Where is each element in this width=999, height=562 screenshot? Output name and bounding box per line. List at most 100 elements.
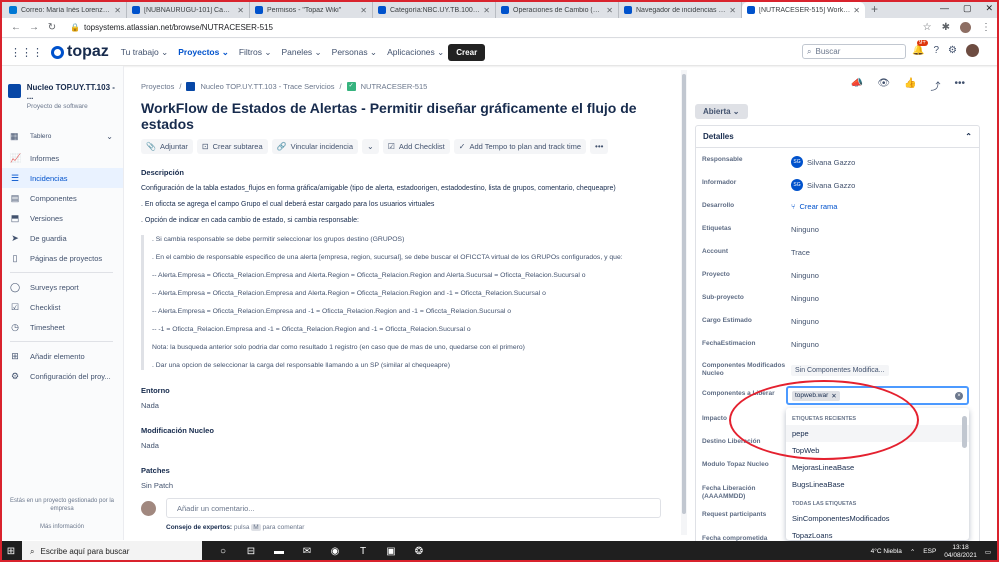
windows-start-icon[interactable]: ⊞ xyxy=(0,546,22,557)
details-value[interactable]: Ninguno xyxy=(791,340,819,349)
tab-close-icon[interactable]: ✕ xyxy=(853,6,860,15)
topnav-item[interactable]: Filtros ⌄ xyxy=(239,47,272,58)
details-value[interactable]: SG Silvana Gazzo xyxy=(791,156,855,168)
bookmark-star-icon[interactable]: ☆ xyxy=(923,22,932,33)
forward-icon[interactable]: → xyxy=(26,22,42,33)
search-input[interactable]: ⌕ Buscar xyxy=(802,44,906,59)
project-header[interactable]: Nucleo TOP.UY.TT.103 - ... Proyecto de s… xyxy=(0,66,123,110)
issue-title[interactable]: WorkFlow de Estados de Alertas - Permiti… xyxy=(141,100,661,132)
action-button[interactable]: ⊡ Crear subtarea xyxy=(196,139,268,154)
details-value[interactable]: Ninguno xyxy=(791,317,819,326)
tab-close-icon[interactable]: ✕ xyxy=(114,6,121,15)
tab-close-icon[interactable]: ✕ xyxy=(729,6,736,15)
remove-tag-icon[interactable]: ✕ xyxy=(831,392,836,400)
details-value[interactable]: Trace xyxy=(791,248,810,257)
sidebar-item[interactable]: ◷ Timesheet xyxy=(0,317,123,337)
entorno-value[interactable]: Nada xyxy=(141,401,661,410)
browser-profile-avatar[interactable] xyxy=(960,22,971,33)
url-field[interactable]: topsystems.atlassian.net/browse/NUTRACES… xyxy=(84,23,923,32)
comment-input[interactable]: Añadir un comentario... xyxy=(166,498,661,518)
help-icon[interactable]: ? xyxy=(933,45,939,56)
extensions-icon[interactable]: ✱ xyxy=(942,22,950,33)
details-value[interactable]: Sin Componentes Modifica... xyxy=(791,362,889,378)
sidebar-item[interactable]: ⊞ Añadir elemento xyxy=(0,346,123,366)
sidebar-item[interactable]: ⚙ Configuración del proy... xyxy=(0,366,123,386)
more-info-link[interactable]: Más información xyxy=(6,523,118,531)
back-icon[interactable]: ← xyxy=(8,22,24,33)
browser-tab[interactable]: Navegador de incidencias - JIRA✕ xyxy=(619,2,742,18)
chrome-icon[interactable]: ◉ xyxy=(328,546,342,557)
app2-icon[interactable]: ❂ xyxy=(412,546,426,557)
dropdown-option[interactable]: SinComponentesModificados xyxy=(786,510,969,527)
lang-indicator[interactable]: ESP xyxy=(923,548,936,555)
modificacion-nucleo-value[interactable]: Nada xyxy=(141,441,661,450)
browser-tab[interactable]: Operaciones de Cambio (GRL C✕ xyxy=(496,2,619,18)
thumbs-up-icon[interactable]: 👍 xyxy=(904,78,916,93)
details-value[interactable]: Ninguno xyxy=(791,271,819,280)
user-avatar[interactable] xyxy=(965,44,979,57)
action-button[interactable]: ☑ Add Checklist xyxy=(382,139,450,154)
tab-close-icon[interactable]: ✕ xyxy=(237,6,244,15)
settings-gear-icon[interactable]: ⚙ xyxy=(948,45,957,56)
topnav-item[interactable]: Personas ⌄ xyxy=(332,47,377,58)
file-explorer-icon[interactable]: ▬ xyxy=(272,546,286,557)
breadcrumb-issue-key[interactable]: NUTRACESER-515 xyxy=(361,82,428,91)
description-body[interactable]: Configuración de la tabla estados_flujos… xyxy=(141,184,661,225)
reload-icon[interactable]: ↻ xyxy=(44,22,60,33)
sidebar-item[interactable]: 📈 Informes xyxy=(0,148,123,168)
dropdown-option[interactable]: TopazLoans xyxy=(786,527,969,540)
sidebar-item[interactable]: ☰ Incidencias xyxy=(0,168,123,188)
details-header[interactable]: Detalles ⌃ xyxy=(696,126,979,148)
dropdown-option[interactable]: TopWeb xyxy=(786,442,969,459)
watch-eye-icon[interactable]: 👁 xyxy=(877,78,890,93)
label-tag[interactable]: topweb.war ✕ xyxy=(792,390,840,401)
details-value[interactable]: Ninguno xyxy=(791,225,819,234)
notifications-icon[interactable]: 🔔 9+ xyxy=(912,40,928,56)
notifications-center-icon[interactable]: ▭ xyxy=(985,548,991,556)
close-window-icon[interactable]: ✕ xyxy=(985,3,993,14)
main-scrollbar[interactable] xyxy=(681,70,687,535)
tab-close-icon[interactable]: ✕ xyxy=(483,6,490,15)
browser-tab[interactable]: [NUTRACESER-515] WorkFlow d✕ xyxy=(742,2,865,18)
tray-up-icon[interactable]: ⌃ xyxy=(910,548,915,556)
breadcrumb-project[interactable]: Nucleo TOP.UY.TT.103 - Trace Servicios xyxy=(200,82,334,91)
share-icon[interactable]: ⤴ xyxy=(930,78,940,93)
topaz-logo[interactable]: topaz xyxy=(51,43,109,61)
widgets-icon[interactable]: ⊟ xyxy=(244,546,258,557)
tab-close-icon[interactable]: ✕ xyxy=(606,6,613,15)
sidebar-item-board[interactable]: ▦ Tablero ⌄ xyxy=(0,124,123,148)
browser-menu-icon[interactable]: ⋮ xyxy=(981,22,991,33)
action-button[interactable]: ⌄ xyxy=(362,139,379,154)
tab-close-icon[interactable]: ✕ xyxy=(360,6,367,15)
sidebar-item[interactable]: ➤ De guardia xyxy=(0,228,123,248)
create-button[interactable]: Crear xyxy=(448,43,486,61)
browser-tab[interactable]: Categoría:NBC.UY.TB.100 - "Top✕ xyxy=(373,2,496,18)
sidebar-item[interactable]: ▤ Componentes xyxy=(0,188,123,208)
action-button[interactable]: ✓ Add Tempo to plan and track time xyxy=(453,139,587,154)
topnav-item[interactable]: Tu trabajo ⌄ xyxy=(121,47,168,58)
maximize-icon[interactable]: ▢ xyxy=(963,3,972,14)
status-button[interactable]: Abierta ⌄ xyxy=(695,104,748,119)
weather-text[interactable]: 4°C Niebla xyxy=(871,548,902,555)
taskbar-search[interactable]: ⌕ Escribe aquí para buscar xyxy=(22,541,202,562)
sidebar-item[interactable]: ☑ Checklist xyxy=(0,297,123,317)
details-value[interactable]: Ninguno xyxy=(791,294,819,303)
outlook-icon[interactable]: ✉ xyxy=(300,546,314,557)
labels-input[interactable]: topweb.war ✕ × xyxy=(786,386,969,405)
teams-icon[interactable]: T xyxy=(356,546,370,557)
action-button[interactable]: 🔗 Vincular incidencia xyxy=(271,139,359,154)
minimize-icon[interactable]: — xyxy=(940,3,949,14)
browser-tab[interactable]: Permisos - "Topaz Wiki" ✕ xyxy=(250,2,373,18)
chevron-down-icon[interactable]: ⌄ xyxy=(106,132,113,141)
lock-icon[interactable]: 🔒 xyxy=(70,23,80,32)
browser-tab[interactable]: Correo: María Inés Lorenzo - Ou✕ xyxy=(4,2,127,18)
sidebar-item[interactable]: ▯ Páginas de proyectos xyxy=(0,248,123,268)
action-button[interactable]: 📎 Adjuntar xyxy=(141,139,193,154)
dropdown-option[interactable]: BugsLineaBase xyxy=(786,476,969,493)
sidebar-item[interactable]: ⬒ Versiones xyxy=(0,208,123,228)
scrollbar-thumb[interactable] xyxy=(682,74,686,514)
dropdown-option[interactable]: MejorasLineaBase xyxy=(786,459,969,476)
new-tab-button[interactable]: + xyxy=(865,2,884,16)
clock[interactable]: 13:18 04/08/2021 xyxy=(944,544,977,560)
chevron-up-icon[interactable]: ⌃ xyxy=(965,132,972,141)
